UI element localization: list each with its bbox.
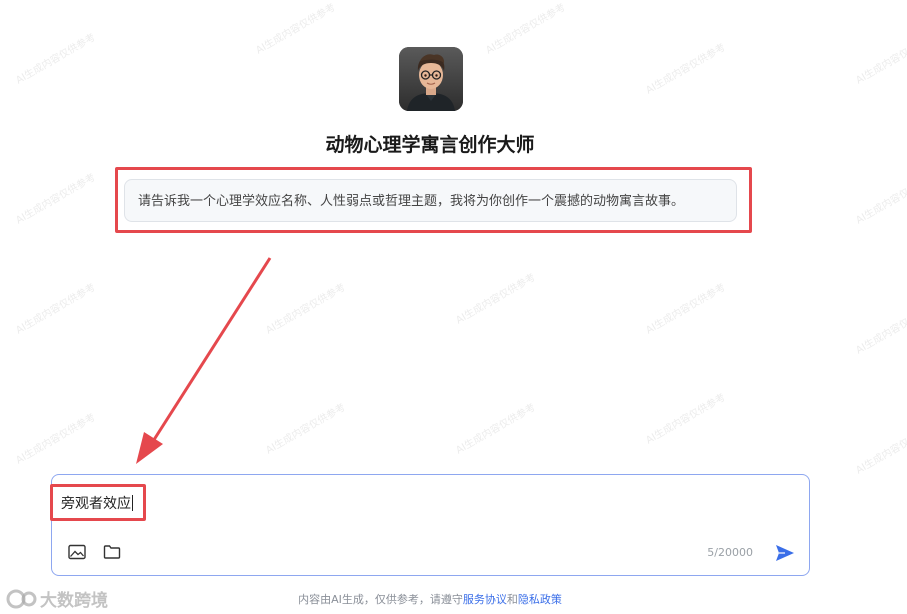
agent-avatar <box>399 47 463 111</box>
watermark-text: AI生成内容仅供参考 <box>454 272 538 327</box>
upload-file-button[interactable] <box>101 541 123 563</box>
image-icon <box>68 544 86 560</box>
service-agreement-link[interactable]: 服务协议 <box>463 593 507 606</box>
brand-watermark: 大数跨境 <box>6 586 108 611</box>
footer-prefix: 内容由AI生成，仅供参考，请遵守 <box>298 593 463 606</box>
chat-input-box[interactable]: 旁观者效应 5/20000 <box>51 474 810 576</box>
character-counter: 5/20000 <box>707 546 753 559</box>
watermark-text: AI生成内容仅供参考 <box>854 32 907 87</box>
annotation-highlight-input <box>50 484 146 521</box>
watermark-text: AI生成内容仅供参考 <box>644 392 728 447</box>
brand-logo-icon <box>6 589 37 608</box>
folder-icon <box>103 545 121 559</box>
footer-disclaimer: 内容由AI生成，仅供参考，请遵守服务协议和隐私政策 <box>0 591 860 607</box>
send-button[interactable] <box>773 541 797 565</box>
watermark-text: AI生成内容仅供参考 <box>254 2 338 57</box>
agent-title: 动物心理学寓言创作大师 <box>325 134 535 156</box>
brand-watermark-text: 大数跨境 <box>40 591 108 611</box>
watermark-text: AI生成内容仅供参考 <box>14 32 98 87</box>
page: AI生成内容仅供参考 AI生成内容仅供参考 AI生成内容仅供参考 AI生成内容仅… <box>0 0 907 614</box>
watermark-text: AI生成内容仅供参考 <box>264 282 348 337</box>
watermark-text: AI生成内容仅供参考 <box>854 302 907 357</box>
privacy-policy-link[interactable]: 隐私政策 <box>518 593 562 606</box>
watermark-text: AI生成内容仅供参考 <box>264 402 348 457</box>
watermark-text: AI生成内容仅供参考 <box>14 412 98 467</box>
watermark-text: AI生成内容仅供参考 <box>854 422 907 477</box>
footer-and: 和 <box>506 593 518 606</box>
send-icon <box>776 545 794 561</box>
upload-image-button[interactable] <box>66 541 88 563</box>
watermark-text: AI生成内容仅供参考 <box>484 2 568 57</box>
annotation-highlight-intro <box>115 167 752 233</box>
watermark-text: AI生成内容仅供参考 <box>14 282 98 337</box>
watermark-text: AI生成内容仅供参考 <box>644 282 728 337</box>
watermark-text: AI生成内容仅供参考 <box>644 42 728 97</box>
watermark-text: AI生成内容仅供参考 <box>454 402 538 457</box>
watermark-text: AI生成内容仅供参考 <box>14 172 98 227</box>
avatar-icon <box>399 47 463 111</box>
watermark-text: AI生成内容仅供参考 <box>854 172 907 227</box>
